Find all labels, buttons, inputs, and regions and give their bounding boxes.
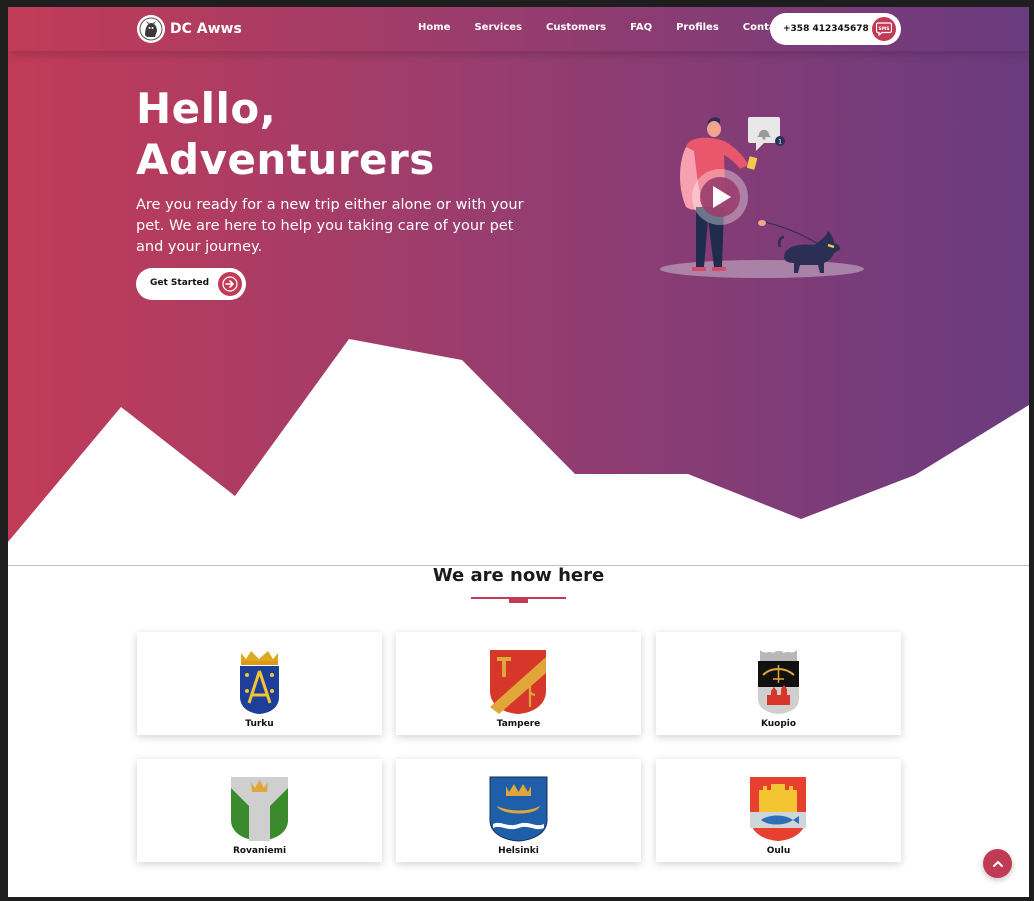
city-card-rovaniemi[interactable]: Rovaniemi bbox=[137, 759, 382, 862]
nav-faq[interactable]: FAQ bbox=[630, 22, 652, 33]
get-started-button[interactable]: Get Started bbox=[136, 268, 246, 300]
chevron-up-icon bbox=[992, 860, 1003, 867]
sms-icon[interactable]: SMS bbox=[872, 17, 896, 41]
arrow-right-icon bbox=[218, 272, 242, 296]
person-walking-dog-illustration: 1 bbox=[660, 117, 864, 278]
browser-viewport: DC Awws Home Services Customers FAQ Prof… bbox=[8, 7, 1029, 897]
city-card-tampere[interactable]: Tampere bbox=[396, 632, 641, 735]
city-name: Tampere bbox=[496, 719, 541, 729]
get-started-label: Get Started bbox=[150, 278, 210, 288]
nav-customers[interactable]: Customers bbox=[546, 22, 606, 33]
city-card-oulu[interactable]: Oulu bbox=[656, 759, 901, 862]
locations-title: We are now here bbox=[432, 565, 605, 586]
kuopio-coat-of-arms-icon bbox=[758, 650, 799, 714]
city-name: Rovaniemi bbox=[232, 846, 287, 856]
helsinki-coat-of-arms-icon bbox=[489, 776, 548, 842]
city-card-turku[interactable]: Turku bbox=[137, 632, 382, 735]
phone-number: +358 412345678 bbox=[783, 24, 869, 34]
svg-text:1: 1 bbox=[778, 139, 782, 146]
hero-section: DC Awws Home Services Customers FAQ Prof… bbox=[8, 7, 1029, 567]
nav-home[interactable]: Home bbox=[418, 22, 450, 33]
turku-coat-of-arms-icon bbox=[240, 651, 279, 714]
brand-name: DC Awws bbox=[170, 21, 242, 37]
nav-links: Home Services Customers FAQ Profiles Con… bbox=[418, 22, 816, 33]
title-underline-accent bbox=[509, 598, 528, 603]
city-name: Turku bbox=[245, 719, 274, 729]
brand[interactable]: DC Awws bbox=[137, 15, 242, 43]
hero-subtitle: Are you ready for a new trip either alon… bbox=[136, 197, 524, 255]
scroll-to-top-button[interactable] bbox=[983, 849, 1012, 878]
phone-button[interactable]: +358 412345678 SMS bbox=[770, 13, 901, 45]
navbar: DC Awws Home Services Customers FAQ Prof… bbox=[8, 7, 1029, 51]
hero-title: Hello, Adventurers bbox=[136, 84, 435, 184]
rovaniemi-coat-of-arms-icon bbox=[231, 777, 288, 841]
tampere-coat-of-arms-icon bbox=[490, 650, 546, 714]
city-name: Helsinki bbox=[498, 846, 539, 856]
city-card-kuopio[interactable]: Kuopio bbox=[656, 632, 901, 735]
nav-profiles[interactable]: Profiles bbox=[676, 22, 719, 33]
svg-text:SMS: SMS bbox=[879, 26, 890, 32]
city-name: Oulu bbox=[766, 846, 791, 856]
city-name: Kuopio bbox=[760, 719, 797, 729]
oulu-coat-of-arms-icon bbox=[750, 777, 806, 841]
dog-logo-icon bbox=[137, 15, 165, 43]
nav-services[interactable]: Services bbox=[474, 22, 522, 33]
city-card-helsinki[interactable]: Helsinki bbox=[396, 759, 641, 862]
